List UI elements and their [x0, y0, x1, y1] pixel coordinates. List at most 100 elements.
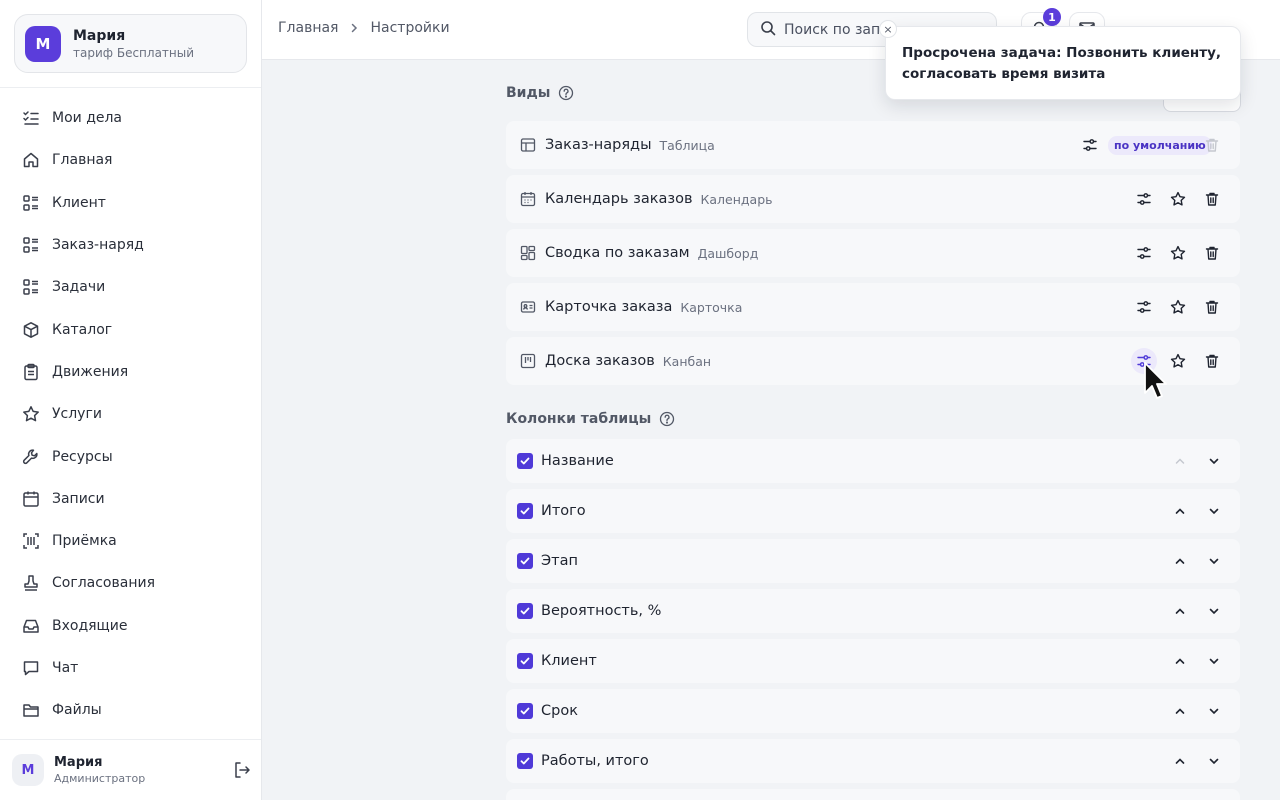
column-row[interactable]: Этап	[506, 539, 1240, 583]
set-default-star-button[interactable]	[1165, 294, 1191, 320]
sidebar-item-label: Чат	[52, 660, 79, 676]
configure-view-button[interactable]	[1131, 294, 1157, 320]
view-row[interactable]: Календарь заказов Календарь	[506, 175, 1240, 223]
move-down-icon[interactable]	[1203, 650, 1225, 672]
sidebar-item-movements[interactable]: Движения	[0, 351, 261, 393]
column-checkbox[interactable]	[517, 653, 533, 669]
help-icon[interactable]	[659, 411, 675, 427]
list-icon	[22, 236, 40, 254]
sidebar-item-work-order[interactable]: Заказ-наряд	[0, 224, 261, 266]
sidebar-item-label: Услуги	[52, 406, 102, 423]
account-name: Мария	[73, 27, 126, 44]
sidebar-item-client[interactable]: Клиент	[0, 182, 261, 224]
column-name: Этап	[541, 553, 578, 569]
sidebar-item-home[interactable]: Главная	[0, 139, 261, 181]
move-down-icon[interactable]	[1203, 450, 1225, 472]
chevron-right-icon	[348, 22, 360, 34]
view-row[interactable]: Заказ-наряды Таблица по умолчанию	[506, 121, 1240, 169]
column-row[interactable]: Срок	[506, 689, 1240, 733]
view-name: Сводка по заказам	[545, 245, 690, 261]
logout-icon[interactable]	[232, 760, 252, 780]
move-up-icon[interactable]	[1169, 550, 1191, 572]
sidebar-item-chat[interactable]: Чат	[0, 647, 261, 689]
account-switcher[interactable]: М Мария тариф Бесплатный	[14, 14, 247, 73]
sidebar-item-acceptance[interactable]: Приёмка	[0, 520, 261, 562]
divider	[0, 87, 261, 88]
column-checkbox[interactable]	[517, 453, 533, 469]
kanban-icon	[519, 352, 537, 370]
configure-view-button[interactable]	[1077, 132, 1103, 158]
delete-view-button[interactable]	[1199, 348, 1225, 374]
sidebar-item-resources[interactable]: Ресурсы	[0, 435, 261, 477]
divider	[0, 739, 261, 740]
column-row[interactable]: Клиент	[506, 639, 1240, 683]
configure-view-button[interactable]	[1131, 240, 1157, 266]
table-icon	[519, 136, 537, 154]
delete-view-button[interactable]	[1199, 186, 1225, 212]
sidebar-item-my-tasks[interactable]: Мои дела	[0, 97, 261, 139]
move-up-icon[interactable]	[1169, 500, 1191, 522]
configure-view-button[interactable]	[1131, 186, 1157, 212]
column-name: Работы, итого	[541, 753, 649, 769]
column-row[interactable]: Итого	[506, 489, 1240, 533]
sidebar-item-label: Движения	[52, 363, 129, 380]
sidebar-item-label: Мои дела	[52, 110, 123, 127]
delete-view-button[interactable]	[1199, 240, 1225, 266]
default-view-badge: по умолчанию	[1108, 136, 1212, 155]
column-name: Срок	[541, 703, 578, 719]
sidebar-item-inbox[interactable]: Входящие	[0, 605, 261, 647]
sidebar-item-tasks[interactable]: Задачи	[0, 266, 261, 308]
help-icon[interactable]	[558, 85, 574, 101]
column-row[interactable]: Работы, итого	[506, 739, 1240, 783]
home-icon	[22, 151, 40, 169]
move-down-icon[interactable]	[1203, 750, 1225, 772]
box-icon	[22, 321, 40, 339]
column-checkbox[interactable]	[517, 553, 533, 569]
view-name: Календарь заказов	[545, 191, 693, 207]
sidebar-item-label: Записи	[52, 490, 105, 507]
move-down-icon[interactable]	[1203, 700, 1225, 722]
sidebar-item-approvals[interactable]: Согласования	[0, 562, 261, 604]
column-checkbox[interactable]	[517, 753, 533, 769]
list-icon	[22, 194, 40, 212]
breadcrumb: Главная Настройки	[278, 20, 450, 36]
section-title-text: Колонки таблицы	[506, 411, 652, 427]
columns-section-title: Колонки таблицы	[506, 411, 675, 427]
column-row[interactable]	[506, 789, 1240, 800]
move-up-icon[interactable]	[1169, 650, 1191, 672]
view-row[interactable]: Доска заказов Канбан	[506, 337, 1240, 385]
wrench-icon	[22, 448, 40, 466]
column-row[interactable]: Название	[506, 439, 1240, 483]
sidebar-item-catalog[interactable]: Каталог	[0, 308, 261, 350]
view-row[interactable]: Сводка по заказам Дашборд	[506, 229, 1240, 277]
sidebar-item-services[interactable]: Услуги	[0, 393, 261, 435]
move-down-icon[interactable]	[1203, 500, 1225, 522]
breadcrumb-current: Настройки	[370, 20, 450, 36]
close-icon[interactable]: ×	[879, 20, 897, 38]
sidebar: М Мария тариф Бесплатный Мои дела Главна…	[0, 0, 262, 800]
move-down-icon[interactable]	[1203, 550, 1225, 572]
user-name: Мария	[54, 755, 103, 770]
move-up-icon[interactable]	[1169, 700, 1191, 722]
set-default-star-button[interactable]	[1165, 240, 1191, 266]
column-checkbox[interactable]	[517, 703, 533, 719]
view-type: Дашборд	[697, 245, 759, 261]
sidebar-item-files[interactable]: Файлы	[0, 689, 261, 731]
breadcrumb-home[interactable]: Главная	[278, 20, 338, 36]
sidebar-item-label: Входящие	[52, 617, 128, 634]
sidebar-item-label: Приёмка	[52, 533, 117, 550]
dashboard-icon	[519, 244, 537, 262]
delete-view-button[interactable]	[1199, 294, 1225, 320]
view-row[interactable]: Карточка заказа Карточка	[506, 283, 1240, 331]
sidebar-item-records[interactable]: Записи	[0, 478, 261, 520]
set-default-star-button[interactable]	[1165, 186, 1191, 212]
move-down-icon[interactable]	[1203, 600, 1225, 622]
column-checkbox[interactable]	[517, 503, 533, 519]
search-icon	[760, 20, 776, 40]
move-up-icon[interactable]	[1169, 750, 1191, 772]
column-checkbox[interactable]	[517, 603, 533, 619]
move-up-icon[interactable]	[1169, 600, 1191, 622]
column-name: Итого	[541, 503, 586, 519]
user-profile[interactable]: М Мария Администратор	[12, 752, 252, 788]
column-row[interactable]: Вероятность, %	[506, 589, 1240, 633]
